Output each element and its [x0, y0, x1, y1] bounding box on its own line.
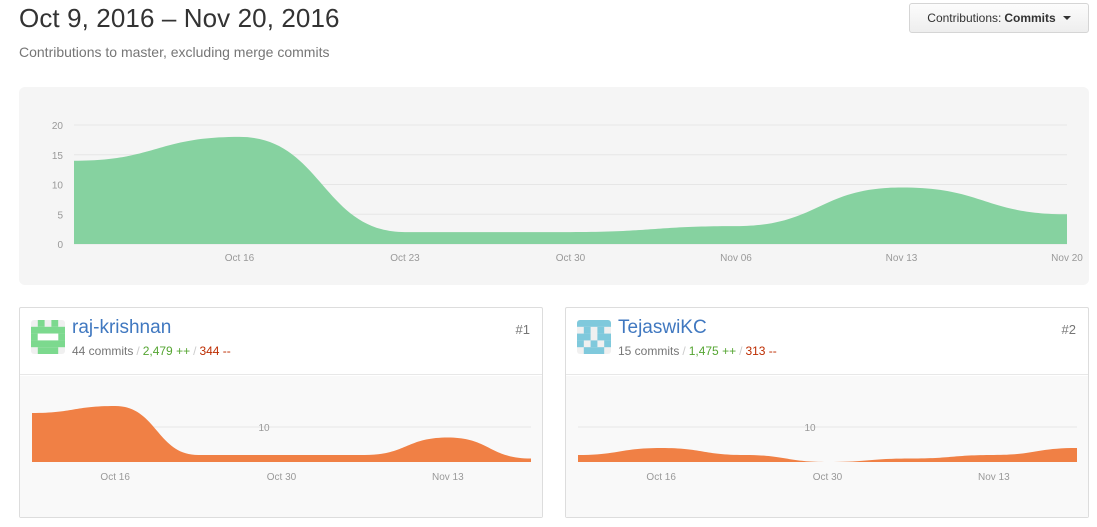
- contributor-chart-svg: 10 Oct 16 Oct 30 Nov 13: [32, 406, 531, 483]
- x-tick-label: Oct 23: [390, 253, 420, 264]
- y-tick-label: 5: [57, 210, 63, 221]
- contributions-type-dropdown[interactable]: Contributions: Commits: [909, 3, 1089, 33]
- x-tick-label: Oct 16: [646, 472, 676, 483]
- x-tick-label: Nov 13: [432, 472, 464, 483]
- x-tick-label: Nov 13: [886, 253, 918, 264]
- y-tick-label: 10: [52, 181, 64, 192]
- caret-down-icon: [1062, 16, 1071, 20]
- date-range-title: Oct 9, 2016 – Nov 20, 2016: [19, 3, 340, 33]
- area-series: [74, 136, 1067, 244]
- contributor-name-link[interactable]: TejaswiKC: [618, 317, 707, 339]
- area-series: [578, 448, 1077, 462]
- contributor-stats: 44 commits/2,479 ++/344 --: [72, 344, 231, 358]
- deletions-count: 344 --: [199, 344, 231, 358]
- dropdown-label: Contributions:: [927, 11, 1002, 25]
- contributor-card-1: raj-krishnan 44 commits/2,479 ++/344 -- …: [19, 307, 543, 518]
- contributor-name-link[interactable]: raj-krishnan: [72, 317, 171, 339]
- x-tick-label: Oct 30: [813, 472, 843, 483]
- area-series: [32, 406, 531, 462]
- y-tick-label: 10: [258, 423, 270, 434]
- contributions-subtitle: Contributions to master, excluding merge…: [19, 44, 330, 60]
- contributor-stats: 15 commits/1,475 ++/313 --: [618, 344, 777, 358]
- deletions-count: 313 --: [745, 344, 777, 358]
- contributor-header: TejaswiKC 15 commits/1,475 ++/313 -- #2: [566, 308, 1088, 375]
- x-tick-label: Oct 30: [267, 472, 297, 483]
- additions-count: 1,475 ++: [688, 344, 737, 358]
- x-tick-label: Oct 16: [225, 253, 255, 264]
- additions-count: 2,479 ++: [142, 344, 191, 358]
- y-tick-label: 15: [52, 151, 64, 162]
- contributor-chart-svg: 10 Oct 16 Oct 30 Nov 13: [578, 423, 1077, 483]
- dropdown-value: Commits: [1004, 11, 1056, 25]
- contributor-rank: #1: [515, 322, 530, 337]
- x-tick-label: Nov 06: [720, 253, 752, 264]
- x-tick-label: Nov 20: [1051, 253, 1083, 264]
- x-tick-label: Nov 13: [978, 472, 1010, 483]
- identicon-green-icon[interactable]: [31, 320, 65, 354]
- x-tick-label: Oct 30: [556, 253, 586, 264]
- contributor-chart: 10 Oct 16 Oct 30 Nov 13: [20, 376, 542, 517]
- identicon-blue-icon[interactable]: [577, 320, 611, 354]
- contributor-card-2: TejaswiKC 15 commits/1,475 ++/313 -- #2 …: [565, 307, 1089, 518]
- overall-contributions-chart: 0 5 10 15 20 Oct 16 Oct 23 Oct 30 Nov 06 Nov 13 No…: [19, 87, 1089, 285]
- contributor-header: raj-krishnan 44 commits/2,479 ++/344 -- …: [20, 308, 542, 375]
- overall-chart-svg: 0 5 10 15 20 Oct 16 Oct 23 Oct 30 Nov 06 Nov 13 No…: [52, 121, 1083, 264]
- contributor-chart: 10 Oct 16 Oct 30 Nov 13: [566, 376, 1088, 517]
- contributor-rank: #2: [1061, 322, 1076, 337]
- x-tick-label: Oct 16: [100, 472, 130, 483]
- commit-count[interactable]: 44 commits: [72, 344, 133, 358]
- y-tick-label: 0: [57, 240, 63, 251]
- commit-count[interactable]: 15 commits: [618, 344, 679, 358]
- y-tick-label: 10: [804, 423, 816, 434]
- y-tick-label: 20: [52, 121, 64, 132]
